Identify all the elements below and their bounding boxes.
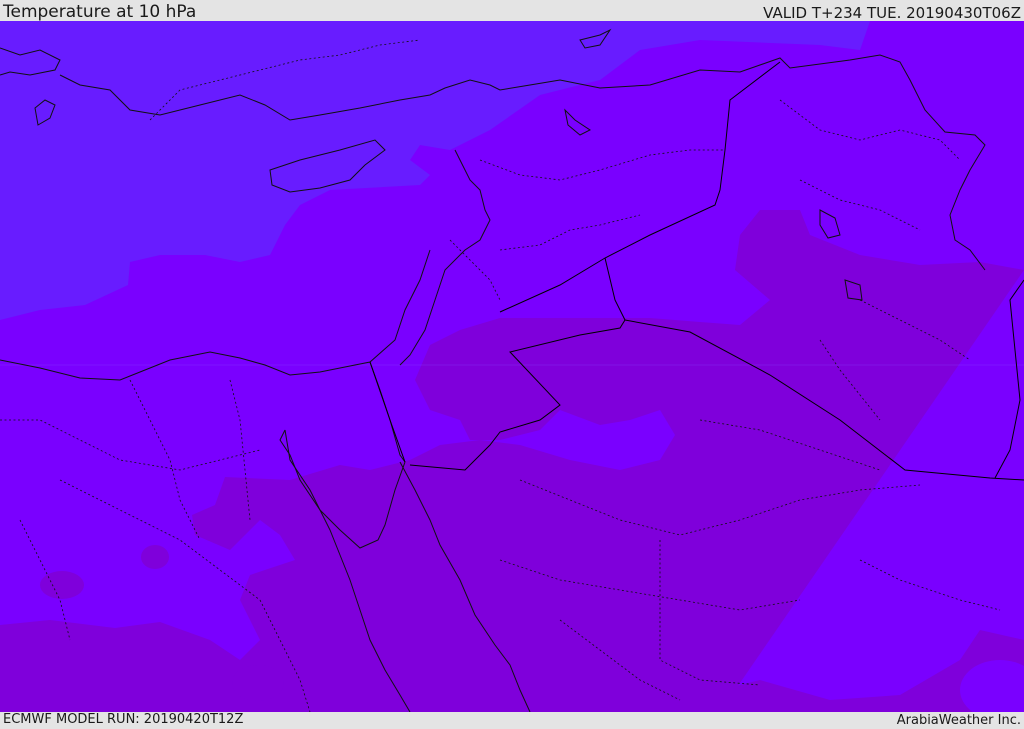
field-warmer-blob <box>40 571 84 599</box>
field-warmer-blob <box>232 665 284 701</box>
temperature-map[interactable] <box>0 21 1024 712</box>
field-warmer-blob <box>141 545 169 569</box>
valid-time-label: VALID T+234 TUE. 20190430T06Z <box>763 4 1021 22</box>
map-title: Temperature at 10 hPa <box>3 2 197 22</box>
header-bar: Temperature at 10 hPa VALID T+234 TUE. 2… <box>0 0 1024 21</box>
credit-label: ArabiaWeather Inc. <box>896 713 1021 728</box>
footer-bar: ECMWF MODEL RUN: 20190420T12Z ArabiaWeat… <box>0 712 1024 729</box>
model-run-label: ECMWF MODEL RUN: 20190420T12Z <box>3 712 244 727</box>
